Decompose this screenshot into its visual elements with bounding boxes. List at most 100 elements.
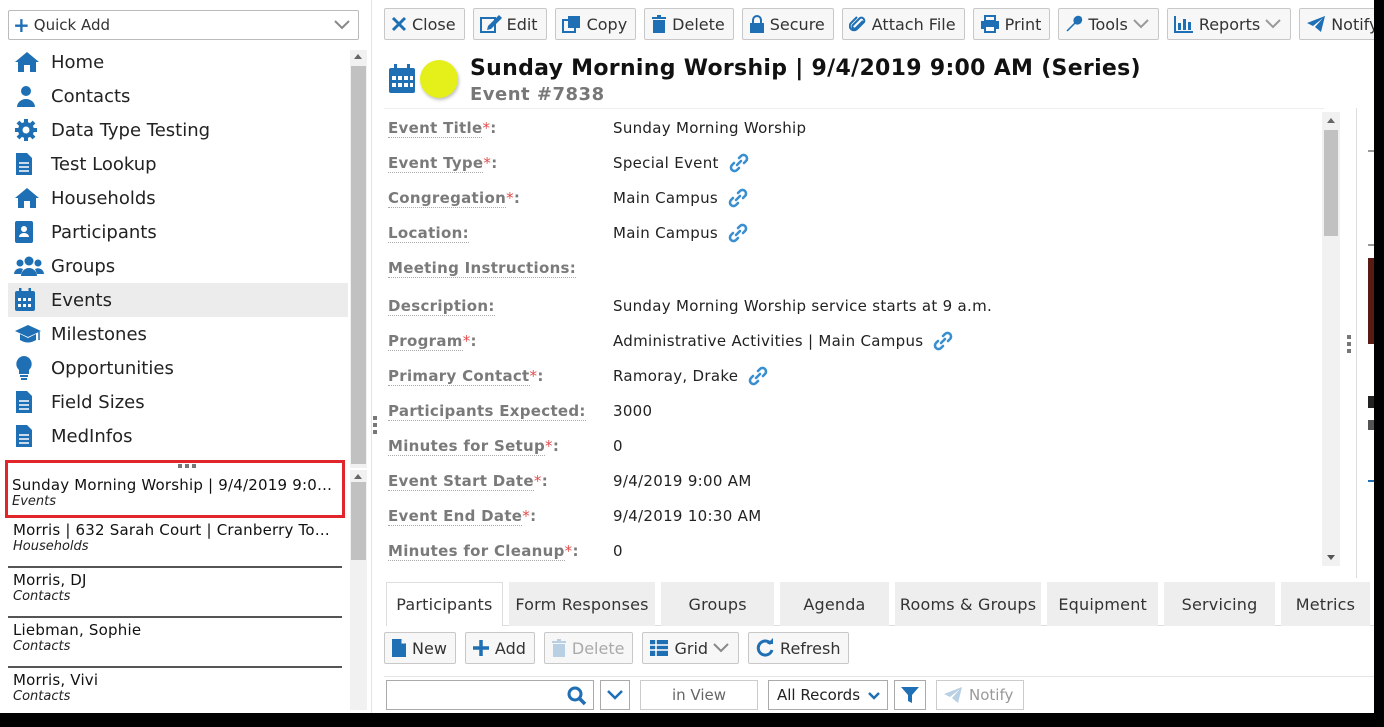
page-title: Sunday Morning Worship | 9/4/2019 9:00 A… [470, 56, 1141, 81]
print-button[interactable]: Print [972, 8, 1051, 40]
scroll-up-arrow[interactable] [354, 474, 362, 479]
required-marker: * [506, 189, 514, 207]
field-row: Congregation*: Main Campus [388, 186, 1318, 210]
recent-item[interactable]: Morris | 632 Sarah Court | Cranberry Tow… [8, 518, 342, 568]
field-value: Main Campus [613, 223, 748, 243]
tab-equipment[interactable]: Equipment [1047, 582, 1159, 626]
tab-form-responses[interactable]: Form Responses [508, 582, 656, 626]
refresh-label: Refresh [780, 638, 841, 658]
divider [1368, 244, 1374, 246]
new-button[interactable]: New [384, 632, 456, 664]
add-button[interactable]: Add [464, 632, 535, 664]
tab-metrics[interactable]: Metrics [1280, 582, 1370, 626]
scroll-up-arrow[interactable] [354, 54, 362, 59]
sidebar-item-medinfos[interactable]: MedInfos [8, 419, 348, 453]
link-icon[interactable] [719, 153, 749, 173]
sidebar-item-opportunities[interactable]: Opportunities [8, 351, 348, 385]
link-icon[interactable] [718, 188, 748, 208]
secure-label: Secure [769, 14, 825, 34]
tab-participants[interactable]: Participants [386, 582, 503, 626]
field-label-text: Program [388, 332, 463, 351]
sidebar-resize-grip[interactable] [373, 416, 379, 444]
field-label-text: Event End Date [388, 507, 523, 526]
required-marker: * [533, 472, 542, 490]
field-value-text: 9/4/2019 10:30 AM [613, 507, 762, 525]
delete-button[interactable]: Delete [644, 8, 734, 40]
secure-button[interactable]: Secure [741, 8, 834, 40]
close-button[interactable]: Close [384, 8, 465, 40]
scrollbar-thumb[interactable] [351, 66, 366, 464]
search-input[interactable] [387, 680, 563, 709]
sidebar-item-home[interactable]: Home [8, 45, 348, 79]
sidebar-item-label: MedInfos [51, 425, 133, 447]
fields-scrollbar[interactable] [1322, 112, 1340, 566]
field-row: Minutes for Cleanup*: 0 [388, 539, 1318, 563]
field-value: 9/4/2019 10:30 AM [613, 507, 761, 525]
scrollbar-thumb[interactable] [351, 482, 366, 560]
grid-view-button[interactable]: Grid [642, 632, 740, 664]
tools-button[interactable]: Tools [1058, 8, 1159, 40]
tab-groups[interactable]: Groups [661, 582, 775, 626]
notify-label: Notify [1331, 14, 1379, 34]
refresh-button[interactable]: Refresh [748, 632, 850, 664]
recent-item[interactable]: Morris, DJ Contacts [8, 568, 342, 618]
tab-servicing[interactable]: Servicing [1164, 582, 1275, 626]
sidebar-item-groups[interactable]: Groups [8, 249, 348, 283]
recent-item-type: Contacts [13, 589, 71, 604]
recent-scrollbar[interactable] [350, 470, 367, 710]
text-fragment [1368, 396, 1374, 408]
attach-file-button[interactable]: Attach File [841, 8, 965, 40]
reports-button[interactable]: Reports [1166, 8, 1292, 40]
sidebar-item-label: Data Type Testing [51, 119, 211, 141]
field-value-text: Main Campus [613, 189, 718, 207]
bar-chart-icon [1173, 16, 1193, 33]
copy-button[interactable]: Copy [554, 8, 637, 40]
link-icon[interactable] [923, 331, 953, 351]
tabs-resize-grip[interactable] [1132, 572, 1160, 586]
records-filter-select[interactable]: All Records [768, 679, 888, 710]
scrollbar-thumb[interactable] [1324, 130, 1338, 236]
sidebar-item-contacts[interactable]: Contacts [8, 79, 348, 113]
sidebar-item-participants[interactable]: Participants [8, 215, 348, 249]
notify-button[interactable]: Notify [1299, 8, 1379, 40]
edit-label: Edit [506, 14, 538, 34]
divider [1368, 150, 1374, 152]
panel-resize-grip[interactable] [1347, 335, 1353, 363]
link-icon[interactable] [718, 223, 748, 243]
sidebar-item-events[interactable]: Events [8, 283, 348, 317]
recent-item[interactable]: Liebman, Sophie Contacts [8, 618, 342, 668]
edit-button[interactable]: Edit [472, 8, 547, 40]
tools-label: Tools [1088, 14, 1128, 34]
search-icon[interactable] [567, 686, 587, 706]
delete-related-button[interactable]: Delete [543, 632, 634, 664]
sidebar-item-data-type-testing[interactable]: Data Type Testing [8, 113, 348, 147]
field-label: Event Title*: [388, 119, 613, 138]
in-view-button[interactable]: in View [640, 679, 758, 710]
sidebar-item-test-lookup[interactable]: Test Lookup [8, 147, 348, 181]
filter-button[interactable] [894, 679, 926, 710]
notify-related-button[interactable]: Notify [936, 679, 1025, 710]
tab-agenda[interactable]: Agenda [780, 582, 889, 626]
link-fragment[interactable] [1368, 468, 1374, 482]
search-options-dropdown[interactable] [600, 679, 630, 710]
sidebar-scrollbar[interactable] [350, 50, 367, 468]
recent-item[interactable]: Morris, Vivi Contacts [8, 668, 342, 713]
paper-plane-icon [1307, 16, 1326, 32]
field-row: Location: Main Campus [388, 221, 1318, 245]
recent-item-title: Morris | 632 Sarah Court | Cranberry Tow… [13, 521, 337, 539]
tab-rooms-groups[interactable]: Rooms & Groups [894, 582, 1042, 626]
plus-icon [472, 640, 489, 656]
sidebar-item-label: Contacts [51, 85, 131, 107]
field-row: Participants Expected: 3000 [388, 399, 1318, 423]
link-icon[interactable] [738, 366, 768, 386]
sidebar-item-households[interactable]: Households [8, 181, 348, 215]
scroll-up-arrow[interactable] [1327, 118, 1335, 123]
recent-item[interactable]: Sunday Morning Worship | 9/4/2019 9:00..… [5, 460, 345, 518]
sidebar-item-milestones[interactable]: Milestones [8, 317, 348, 351]
scroll-down-arrow[interactable] [1327, 555, 1335, 560]
record-header: Sunday Morning Worship | 9/4/2019 9:00 A… [384, 52, 1374, 108]
sidebar-item-field-sizes[interactable]: Field Sizes [8, 385, 348, 419]
field-label-text: Description: [388, 297, 495, 316]
quick-add-select[interactable]: + Quick Add [8, 10, 359, 40]
field-value-text: Main Campus [613, 224, 718, 242]
